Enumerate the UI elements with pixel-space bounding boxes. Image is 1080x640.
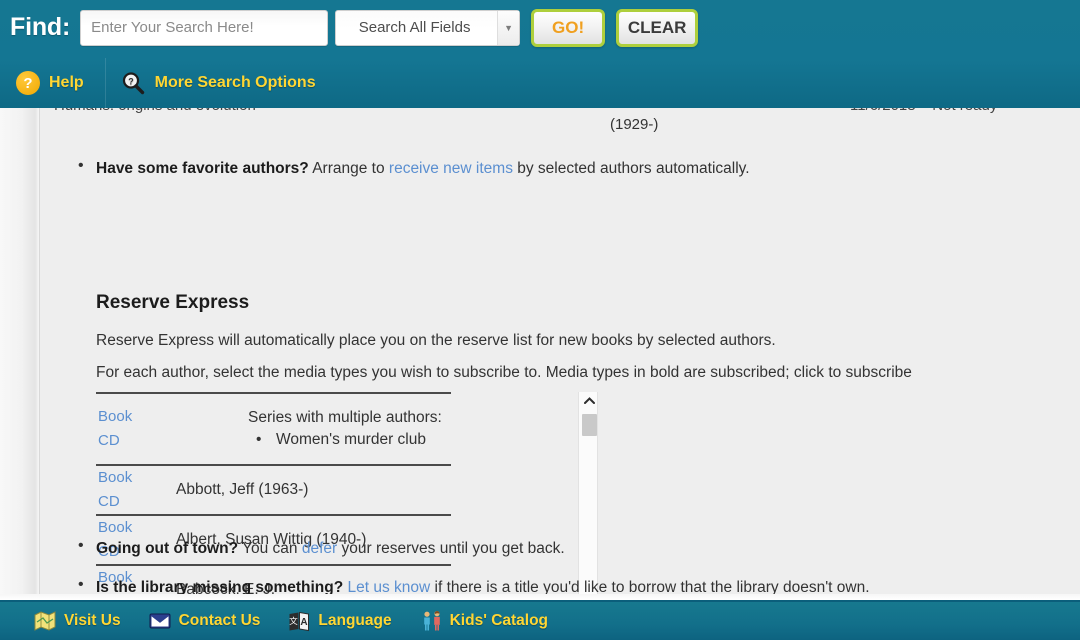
section-title-reserve-express: Reserve Express xyxy=(96,292,250,313)
svg-text:?: ? xyxy=(128,77,134,87)
help-row: ? Help ? More Search Options xyxy=(0,58,1080,108)
list-item: Have some favorite authors? Arrange to r… xyxy=(78,157,1038,179)
question-mark-icon: ? xyxy=(16,71,40,95)
search-scope-select[interactable]: Search All Fields ▼ xyxy=(335,9,521,46)
more-search-options-label: More Search Options xyxy=(154,74,316,91)
page-root: Find: Search All Fields ▼ GO! CLEAR ? He… xyxy=(0,0,1080,640)
list-item: Going out of town? You can defer your re… xyxy=(78,537,1058,559)
search-input[interactable] xyxy=(80,9,329,46)
defer-link[interactable]: defer xyxy=(302,540,337,557)
search-scope-value: Search All Fields xyxy=(358,19,471,36)
receive-new-items-link[interactable]: receive new items xyxy=(389,160,513,177)
search-row: Find: Search All Fields ▼ GO! CLEAR xyxy=(0,0,1080,55)
footer-item-visit-us[interactable]: Visit Us xyxy=(34,610,121,632)
footer-item-contact-us[interactable]: Contact Us xyxy=(149,610,261,632)
magnifier-question-icon: ? xyxy=(121,71,145,95)
bullet-text: Going out of town? You can defer your re… xyxy=(96,540,565,557)
chevron-down-icon: ▼ xyxy=(497,10,520,45)
help-label: Help xyxy=(49,74,84,91)
bullet-strong: Going out of town? xyxy=(96,540,239,557)
bullet-before: You can xyxy=(238,540,302,557)
main-content: Humans: origins and evolution 11/6/2018 … xyxy=(0,104,1080,601)
svg-text:文: 文 xyxy=(290,616,299,626)
media-cell: Book CD xyxy=(96,392,172,465)
series-heading: Series with multiple authors: xyxy=(248,409,442,426)
bullet-after: your reserves until you get back. xyxy=(337,540,565,557)
media-link-cd[interactable]: CD xyxy=(98,429,172,453)
bullet-strong: Have some favorite authors? xyxy=(96,160,309,177)
footer-label: Kids' Catalog xyxy=(449,612,549,629)
media-link-book[interactable]: Book xyxy=(98,405,172,429)
map-icon xyxy=(34,610,56,632)
table-row: Book CD Series with multiple authors: Wo… xyxy=(96,392,451,465)
media-cell: Book CD xyxy=(96,464,172,515)
svg-text:A: A xyxy=(301,617,308,628)
more-search-options-link[interactable]: ? More Search Options xyxy=(121,71,316,95)
go-button[interactable]: GO! xyxy=(531,8,606,47)
kids-people-icon xyxy=(420,610,442,632)
clipped-author-years: (1929-) xyxy=(610,116,659,133)
series-cell: Series with multiple authors: Women's mu… xyxy=(172,392,451,465)
reserve-express-paragraph-1: Reserve Express will automatically place… xyxy=(96,332,776,349)
left-gutter xyxy=(0,104,40,601)
bottom-bullet-list: Going out of town? You can defer your re… xyxy=(78,537,1058,601)
search-header: Find: Search All Fields ▼ GO! CLEAR ? He… xyxy=(0,0,1080,108)
series-item[interactable]: Women's murder club xyxy=(172,427,451,453)
media-link-book[interactable]: Book xyxy=(98,466,172,490)
bullet-before: Arrange to xyxy=(308,160,389,177)
media-link-book[interactable]: Book xyxy=(98,516,172,540)
reserve-express-paragraph-2: For each author, select the media types … xyxy=(96,364,912,381)
footer-item-language[interactable]: 文 A Language xyxy=(288,610,392,632)
author-name: Abbott, Jeff (1963-) xyxy=(172,464,451,515)
footer-item-kids-catalog[interactable]: Kids' Catalog xyxy=(420,610,548,632)
footer-label: Contact Us xyxy=(178,612,261,629)
translate-book-icon: 文 A xyxy=(288,610,310,632)
chevron-up-icon[interactable] xyxy=(579,392,599,410)
top-bullet-list: Have some favorite authors? Arrange to r… xyxy=(78,157,1038,183)
find-label: Find: xyxy=(10,13,71,41)
footer-label: Visit Us xyxy=(64,612,121,629)
bullet-after: by selected authors automatically. xyxy=(512,160,750,177)
help-link[interactable]: ? Help xyxy=(16,71,84,95)
footer-bar: Visit Us Contact Us 文 A Language Kids' C… xyxy=(0,600,1080,640)
media-link-cd[interactable]: CD xyxy=(98,490,172,514)
envelope-icon xyxy=(149,610,171,632)
clear-button[interactable]: CLEAR xyxy=(616,8,699,47)
scrollbar-thumb[interactable] xyxy=(582,414,597,436)
clipped-previous-row: Humans: origins and evolution 11/6/2018 … xyxy=(40,104,1080,138)
bullet-text: Have some favorite authors? Arrange to r… xyxy=(96,160,750,177)
table-row: Book CD Abbott, Jeff (1963-) xyxy=(96,464,451,515)
footer-label: Language xyxy=(318,612,392,629)
